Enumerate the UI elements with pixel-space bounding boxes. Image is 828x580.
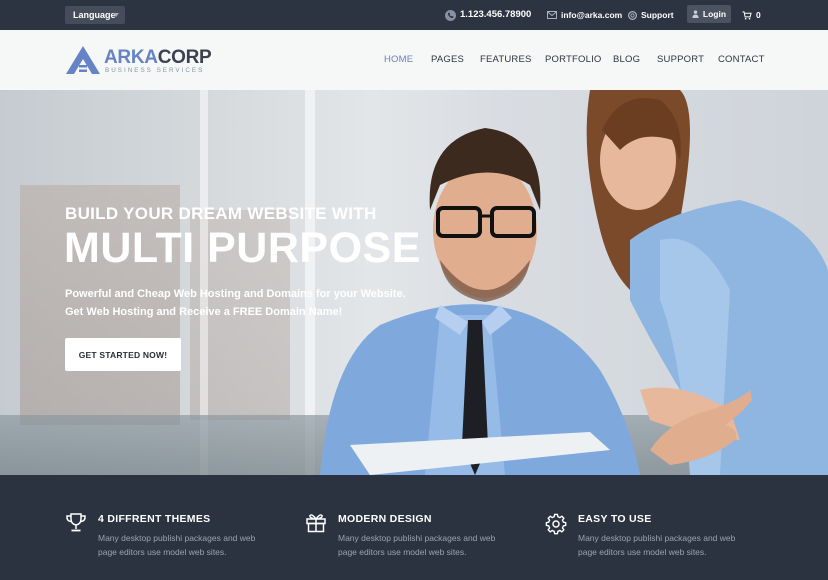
nav-blog[interactable]: BLOG — [613, 54, 640, 65]
trophy-icon — [66, 513, 86, 532]
envelope-icon — [547, 11, 557, 19]
feature-text: Many desktop publishi packages and web p… — [338, 533, 496, 557]
get-started-button[interactable]: GET STARTED NOW! — [65, 338, 181, 371]
brand-name-part1: ARKA — [104, 47, 158, 68]
nav-support[interactable]: SUPPORT — [657, 54, 704, 65]
gift-icon — [306, 514, 326, 533]
nav-contact[interactable]: CONTACT — [718, 54, 765, 65]
cart-count: 0 — [756, 10, 761, 20]
brand-tagline: BUSINESS SERVICES — [105, 67, 205, 74]
hero-banner: BUILD YOUR DREAM WEBSITE WITH MULTI PURP… — [0, 90, 828, 475]
hero-title: MULTI PURPOSE — [64, 224, 421, 272]
nav-features[interactable]: FEATURES — [480, 54, 532, 65]
feature-text: Many desktop publishi packages and web p… — [578, 533, 736, 557]
hero-desc-highlight: FREE Domain Name! — [232, 306, 343, 318]
language-label: Language — [73, 10, 116, 20]
user-icon — [692, 10, 699, 18]
feature-title: MODERN DESIGN — [338, 513, 432, 525]
top-bar: Language 1.123.456.78900 info@arka.com S… — [0, 0, 828, 30]
lifebuoy-icon — [628, 10, 637, 20]
nav-pages[interactable]: PAGES — [431, 54, 464, 65]
site-header: ARKACORP BUSINESS SERVICES HOME PAGES FE… — [0, 30, 828, 90]
cart-icon — [742, 10, 752, 20]
email-address: info@arka.com — [561, 10, 623, 20]
support-label: Support — [641, 10, 674, 20]
hero-desc-line1: Powerful and Cheap Web Hosting and Domai… — [65, 288, 406, 300]
phone-icon — [445, 9, 456, 21]
language-dropdown[interactable]: Language — [65, 6, 125, 24]
gear-icon — [545, 513, 567, 535]
feature-text: Many desktop publishi packages and web p… — [98, 533, 256, 557]
login-label: Login — [702, 9, 727, 19]
hero-desc-line2: Get Web Hosting and Receive a — [65, 306, 233, 318]
login-button[interactable]: Login — [687, 5, 731, 23]
chevron-down-icon — [113, 13, 119, 17]
phone-contact[interactable]: 1.123.456.78900 — [445, 8, 531, 22]
support-link[interactable]: Support — [628, 8, 674, 22]
logo-icon — [66, 46, 100, 74]
nav-home[interactable]: HOME — [384, 54, 413, 65]
features-section: 4 DIFFRENT THEMES Many desktop publishi … — [0, 475, 828, 580]
nav-portfolio[interactable]: PORTFOLIO — [545, 54, 602, 65]
hand-photo — [650, 390, 752, 465]
man-photo — [320, 128, 640, 475]
hero-subtitle: BUILD YOUR DREAM WEBSITE WITH — [65, 204, 377, 223]
cart-link[interactable]: 0 — [742, 8, 761, 22]
brand-name: ARKACORP — [104, 47, 212, 69]
feature-title: EASY TO USE — [578, 513, 652, 525]
hero-description: Powerful and Cheap Web Hosting and Domai… — [65, 285, 425, 321]
phone-number: 1.123.456.78900 — [460, 9, 532, 20]
brand-name-part2: CORP — [157, 47, 212, 68]
email-contact[interactable]: info@arka.com — [547, 8, 622, 22]
feature-title: 4 DIFFRENT THEMES — [98, 513, 211, 525]
